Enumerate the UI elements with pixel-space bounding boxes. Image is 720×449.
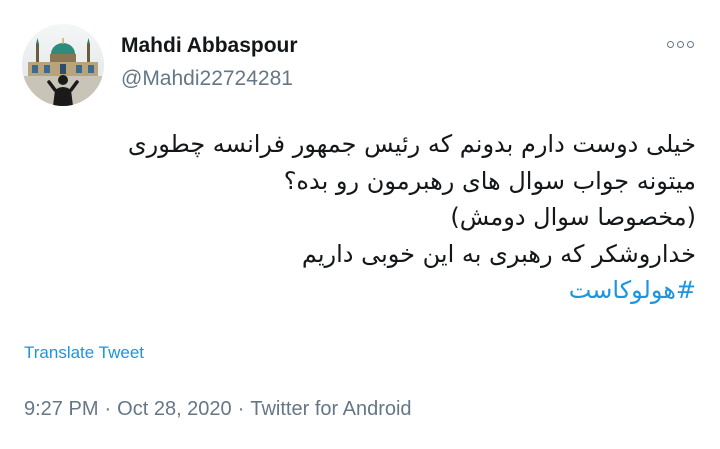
tweet-time[interactable]: 9:27 PM bbox=[24, 398, 98, 420]
tweet-date[interactable]: Oct 28, 2020 bbox=[117, 398, 232, 420]
tweet-text-line: (مخصوصا سوال دومش) bbox=[450, 203, 696, 231]
tweet-meta: 9:27 PM · Oct 28, 2020 · Twitter for Android bbox=[24, 398, 412, 421]
mosque-photo-avatar-icon bbox=[22, 24, 104, 106]
tweet-card: Mahdi Abbaspour @Mahdi22724281 خیلی دوست… bbox=[0, 0, 720, 449]
avatar[interactable] bbox=[22, 24, 104, 106]
meta-separator: · bbox=[104, 398, 112, 420]
user-display-name[interactable]: Mahdi Abbaspour bbox=[121, 34, 298, 58]
meta-separator: · bbox=[237, 398, 245, 420]
more-horizontal-icon bbox=[666, 40, 674, 48]
more-options-button[interactable] bbox=[660, 34, 700, 54]
tweet-text-line: خداروشکر که رهبری به این خوبی داریم bbox=[301, 239, 696, 268]
hashtag-link[interactable]: #هولوکاست bbox=[569, 276, 696, 304]
tweet-text-line: میتونه جواب سوال های رهبرمون رو بده؟ bbox=[283, 166, 696, 195]
tweet-text-line: خیلی دوست دارم بدونم که رئیس جمهور فرانس… bbox=[127, 130, 696, 158]
tweet-source-link[interactable]: Twitter for Android bbox=[250, 398, 411, 420]
user-handle[interactable]: @Mahdi22724281 bbox=[121, 67, 293, 91]
translate-tweet-link[interactable]: Translate Tweet bbox=[24, 343, 144, 363]
more-horizontal-icon bbox=[676, 40, 684, 48]
tweet-text: خیلی دوست دارم بدونم که رئیس جمهور فرانس… bbox=[36, 126, 696, 309]
more-horizontal-icon bbox=[686, 40, 694, 48]
